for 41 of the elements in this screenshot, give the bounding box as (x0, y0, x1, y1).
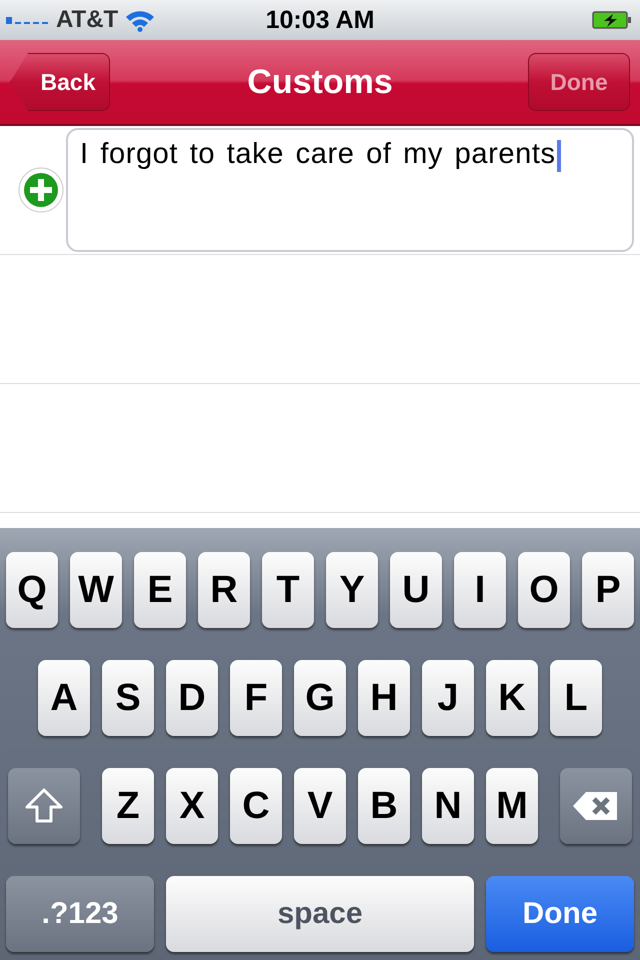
backspace-icon (572, 790, 620, 822)
letter-key[interactable]: T (262, 552, 314, 628)
letter-key[interactable]: U (390, 552, 442, 628)
letter-key[interactable]: M (486, 768, 538, 844)
letter-key[interactable]: Y (326, 552, 378, 628)
letter-key[interactable]: Q (6, 552, 58, 628)
letter-key[interactable]: Z (102, 768, 154, 844)
carrier-name: AT&T (56, 6, 118, 34)
letter-key[interactable]: I (454, 552, 506, 628)
signal-icon (6, 15, 50, 25)
letter-key[interactable]: P (582, 552, 634, 628)
letter-key[interactable]: J (422, 660, 474, 736)
letter-key[interactable]: V (294, 768, 346, 844)
letter-key[interactable]: B (358, 768, 410, 844)
shift-key[interactable] (8, 768, 80, 844)
letter-key[interactable]: H (358, 660, 410, 736)
letter-key[interactable]: X (166, 768, 218, 844)
status-time: 10:03 AM (266, 6, 374, 34)
letter-key[interactable]: C (230, 768, 282, 844)
delete-key[interactable] (560, 768, 632, 844)
back-button[interactable]: Back (10, 53, 110, 111)
letter-key[interactable]: D (166, 660, 218, 736)
text-area[interactable]: I forgot to take care of my parents (66, 128, 634, 252)
letter-key[interactable]: R (198, 552, 250, 628)
add-icon[interactable] (18, 167, 64, 213)
space-key[interactable]: space (166, 876, 474, 952)
letter-key[interactable]: F (230, 660, 282, 736)
battery-charging-icon (592, 10, 632, 30)
letter-key[interactable]: A (38, 660, 90, 736)
letter-key[interactable]: E (134, 552, 186, 628)
letter-key[interactable]: N (422, 768, 474, 844)
letter-key[interactable]: L (550, 660, 602, 736)
letter-key[interactable]: K (486, 660, 538, 736)
letter-key[interactable]: G (294, 660, 346, 736)
letter-key[interactable]: O (518, 552, 570, 628)
numbers-key[interactable]: .?123 (6, 876, 154, 952)
nav-title: Customs (247, 62, 393, 102)
letter-key[interactable]: W (70, 552, 122, 628)
letter-key[interactable]: S (102, 660, 154, 736)
done-key[interactable]: Done (486, 876, 634, 952)
shift-arrow-icon (24, 787, 64, 825)
